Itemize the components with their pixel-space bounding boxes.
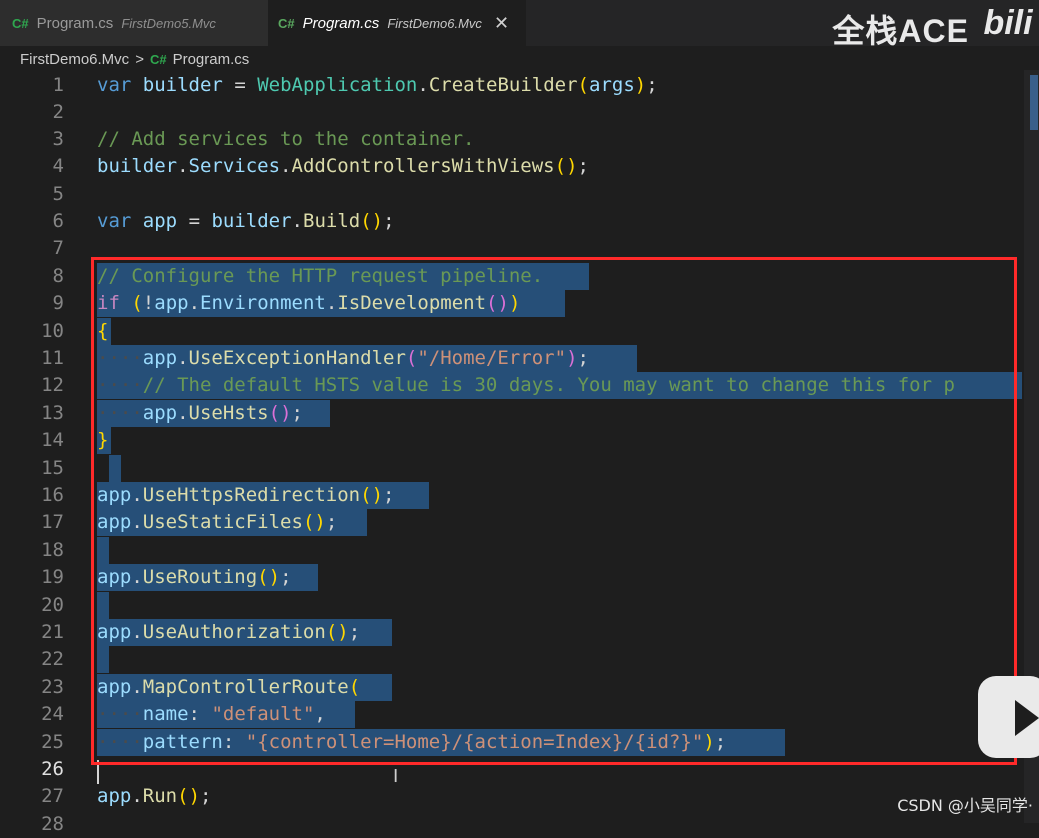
ibeam-cursor-icon: Ι [393,766,399,787]
tab-program-cs-firstdemo5[interactable]: C# Program.cs FirstDemo5.Mvc [0,0,268,46]
code-line-19[interactable]: app.UseRouting(); [97,564,292,591]
code-line-8[interactable]: // Configure the HTTP request pipeline. [97,263,543,290]
scrollbar-thumb[interactable] [1030,75,1038,130]
line-number: 6 [52,210,64,232]
csharp-file-icon: C# [278,15,295,31]
close-icon[interactable]: ✕ [494,13,509,34]
code-line-12[interactable]: ····// The default HSTS value is 30 days… [97,372,1022,399]
csharp-file-icon: C# [12,15,29,31]
chevron-right-icon: > [135,50,144,68]
code-line-6[interactable]: var app = builder.Build(); [97,208,395,235]
code-line-4[interactable]: builder.Services.AddControllersWithViews… [97,153,589,180]
tab-file-path: FirstDemo6.Mvc [387,15,482,31]
line-number: 27 [41,785,64,807]
code-line-23[interactable]: app.MapControllerRoute( [97,674,360,701]
line-number: 24 [41,703,64,725]
breadcrumb: FirstDemo6.Mvc > C# Program.cs [0,46,1039,72]
line-number: 23 [41,676,64,698]
line-number: 19 [41,566,64,588]
tab-file-path: FirstDemo5.Mvc [121,15,216,31]
code-line-21[interactable]: app.UseAuthorization(); [97,619,360,646]
line-number-current: 26 [41,758,64,780]
line-number: 9 [52,292,64,314]
code-line-9[interactable]: if (!app.Environment.IsDevelopment()) [97,290,520,317]
line-number: 13 [41,402,64,424]
line-number: 20 [41,594,64,616]
line-number: 14 [41,429,64,451]
code-line-16[interactable]: app.UseHttpsRedirection(); [97,482,394,509]
line-number: 10 [41,320,64,342]
tab-bar: C# Program.cs FirstDemo5.Mvc C# Program.… [0,0,1039,49]
line-number: 1 [52,74,64,96]
code-line-10[interactable]: { [97,318,108,345]
code-line-14[interactable]: } [97,427,108,454]
tab-file-name: Program.cs [302,14,380,32]
line-number: 4 [52,155,64,177]
play-icon [1015,700,1039,736]
code-line-25[interactable]: ····pattern: "{controller=Home}/{action=… [97,729,726,756]
line-number: 8 [52,265,64,287]
code-line-24[interactable]: ····name: "default", [97,701,326,728]
line-number: 12 [41,374,64,396]
tab-program-cs-firstdemo6[interactable]: C# Program.cs FirstDemo6.Mvc ✕ [268,0,526,46]
line-number: 7 [52,237,64,259]
code-line-13[interactable]: ····app.UseHsts(); [97,400,303,427]
line-number: 5 [52,183,64,205]
line-number: 21 [41,621,64,643]
line-number: 15 [41,457,64,479]
line-number: 11 [41,347,64,369]
code-line-17[interactable]: app.UseStaticFiles(); [97,509,337,536]
line-number: 25 [41,731,64,753]
line-number: 17 [41,511,64,533]
line-number: 28 [41,813,64,835]
line-number: 16 [41,484,64,506]
tab-file-name: Program.cs [36,14,114,32]
line-number: 2 [52,101,64,123]
code-line-11[interactable]: ····app.UseExceptionHandler("/Home/Error… [97,345,589,372]
line-number: 22 [41,648,64,670]
csharp-file-icon: C# [149,51,167,67]
breadcrumb-project[interactable]: FirstDemo6.Mvc [20,51,129,68]
line-number: 3 [52,128,64,150]
code-line-27[interactable]: app.Run(); [97,783,211,810]
bilibili-logo: bili [983,3,1033,42]
breadcrumb-file[interactable]: Program.cs [173,51,250,68]
line-number: 18 [41,539,64,561]
code-line-1[interactable]: var builder = WebApplication.CreateBuild… [97,72,658,99]
credit-watermark: CSDN @小吴同学· [897,796,1033,815]
text-caret [97,760,99,784]
code-line-3[interactable]: // Add services to the container. [97,126,475,153]
